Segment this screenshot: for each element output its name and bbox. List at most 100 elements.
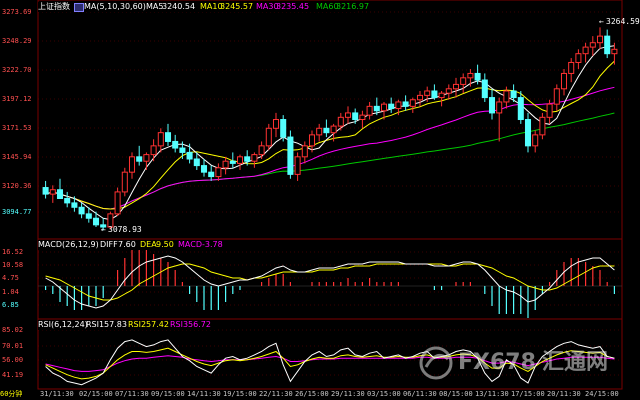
candle-body [517,97,524,121]
stock-chart-window: 上证指数 MA(5,10,30,60) MA5 3240.54 MA10 324… [0,0,640,400]
x-tick: 08/15:00 [439,390,473,398]
candle-body [330,125,337,134]
low-annotation: 3078.93 [108,225,142,234]
candle-body [143,154,150,162]
ma10-value: 3245.57 [220,2,254,11]
rsi-params: RSI(6,12,24) [38,320,88,329]
candle-body [287,136,294,175]
y-tick: 3273.69 [2,8,32,16]
period-selector[interactable]: 60分钟 [0,390,22,399]
x-tick: 29/11:30 [331,390,365,398]
x-tick: 13/11:30 [475,390,509,398]
candle-body [157,132,164,147]
legend-toggle-icon[interactable] [74,3,84,12]
rsi-legend: RSI(6,12,24) RSI1 57.83 RSI2 57.42 RSI3 … [38,320,218,330]
candle-body [575,53,582,63]
candle-body [452,83,460,90]
candle-body [467,72,474,79]
candle-body [272,119,280,129]
candle-body [604,35,611,55]
candle-body [416,94,424,101]
low-annotation-arrow: ← [101,225,106,234]
candle-body [128,156,136,173]
x-tick: 31/11:30 [40,390,74,398]
candle-body [215,167,222,178]
candle-body [236,156,244,164]
candle-body [445,88,452,94]
candle-body [539,116,546,136]
x-tick: 07/11:30 [115,390,149,398]
dea-value: 9.50 [156,240,174,249]
x-tick: 24/15:00 [585,390,619,398]
candle-body [402,101,409,107]
candle-body [524,119,532,147]
price-legend: 上证指数 MA(5,10,30,60) MA5 3240.54 MA10 324… [38,2,369,12]
candle-body [474,72,481,81]
high-annotation-arrow: ← [599,17,604,26]
candle-body [172,140,179,149]
candle-body [611,48,618,55]
candle-body [316,127,323,136]
candle-body [359,114,366,121]
dif-value: 7.60 [118,240,136,249]
rsi2-value: 57.42 [146,320,169,329]
candle-body [49,189,56,195]
candle-body [510,90,517,99]
x-tick: 17/15:00 [511,390,545,398]
x-tick: 03/15:00 [367,390,401,398]
watermark-brand-latin: FX678 [458,350,536,375]
candle-body [265,127,272,147]
ma30-value: 3235.45 [276,2,310,11]
y-tick: 16.52 [2,248,24,256]
candle-body [532,134,539,147]
candle-body [438,92,445,99]
chart-canvas[interactable] [0,0,640,400]
macd-value: -3.78 [202,240,223,249]
candle-body [582,46,589,55]
chart-grid [37,0,623,390]
y-tick: 3120.36 [2,182,32,190]
candle-body [589,42,596,48]
candle-body [395,101,402,110]
candle-body [424,90,431,96]
candle-body [121,171,128,193]
candle-body [337,116,344,127]
x-tick: 06/11:30 [403,390,437,398]
candle-body [244,156,251,162]
candle-body [71,202,78,208]
y-tick: 3248.29 [2,37,32,45]
candle-body [431,90,438,99]
dea-line [45,263,615,301]
candle-body [323,127,330,134]
candle-body [92,217,100,226]
y-tick: 10.58 [2,261,24,269]
candle-body [208,171,215,178]
macd-params: MACD(26,12,9) [38,240,99,249]
y-tick: 3171.53 [2,124,32,132]
candle-body [85,213,92,219]
candle-body [251,154,258,162]
index-title: 上证指数 [38,2,70,11]
candle-body [42,187,49,195]
candle-body [546,103,553,118]
candle-body [78,206,85,215]
x-tick: 26/15:00 [295,390,329,398]
candle-body [280,119,287,138]
dif-line [45,255,615,309]
candle-body [344,112,352,118]
candle-body [568,61,575,74]
y-tick: 1.04 [2,288,19,296]
candle-body [114,191,121,215]
candlestick-series [42,27,618,231]
y-tick: 3197.12 [2,95,32,103]
y-tick: 70.01 [2,342,24,350]
candle-body [308,134,316,147]
y-tick: 3094.77 [2,208,32,216]
x-tick: 09/15:00 [151,390,185,398]
candle-body [258,145,265,156]
candle-body [496,101,503,114]
watermark-brand-cn: 汇通网 [542,350,609,375]
rsi3-label: RSI3 [170,320,189,329]
candle-body [409,99,416,107]
x-tick: 22/11:30 [259,390,293,398]
